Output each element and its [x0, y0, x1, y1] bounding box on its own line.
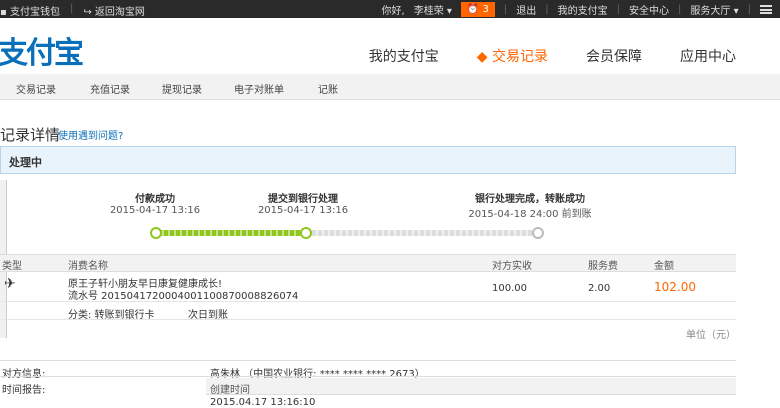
step-paid: 付款成功 2015-04-17 13:16	[109, 194, 201, 216]
menu-icon[interactable]	[760, 5, 772, 14]
step-dot-3	[532, 227, 544, 239]
top-bar: ▪ 支付宝钱包 | ↪ 返回淘宝网 你好, 李桂荣 ▾ ⏰ 3 | 退出 | 我…	[0, 0, 780, 18]
transfer-type-icon: ✈	[4, 276, 16, 292]
time-header-row	[206, 378, 736, 395]
page-title: 记录详情	[0, 126, 61, 144]
sub-nav: 交易记录 充值记录 提现记录 电子对账单 记账	[0, 74, 780, 100]
time-report-label: 时间报告:	[2, 385, 46, 396]
notification-bell[interactable]: ⏰ 3	[460, 2, 495, 17]
alipay-logo[interactable]: 支付宝	[0, 28, 84, 72]
service-fee: 2.00	[588, 283, 611, 294]
tab-statement[interactable]: 电子对账单	[234, 81, 284, 96]
status-text: 处理中	[9, 156, 42, 169]
help-link[interactable]: 使用遇到问题?	[58, 127, 123, 142]
nav-member-protection[interactable]: 会员保障	[586, 46, 642, 66]
tab-topup[interactable]: 充值记录	[90, 81, 130, 96]
header: 支付宝 我的支付宝 ◆ 交易记录 会员保障 应用中心	[0, 18, 780, 74]
table-header: 类型 消费名称 对方实收 服务费 金额	[0, 254, 736, 272]
greeting: 你好,	[381, 6, 405, 17]
tab-withdraw[interactable]: 提现记录	[162, 81, 202, 96]
logout-link[interactable]: 退出	[516, 2, 536, 17]
created-time: 2015.04.17 13:16:10	[210, 397, 316, 408]
main-nav: 我的支付宝 ◆ 交易记录 会员保障 应用中心	[369, 46, 736, 66]
nav-my-alipay[interactable]: 我的支付宝	[369, 46, 439, 66]
step-completed: 银行处理完成，转账成功 2015-04-18 24:00 前到账	[468, 194, 592, 220]
time-header: 创建时间	[210, 385, 250, 396]
serial-number: 流水号 2015041720004001100870008826074	[68, 291, 299, 302]
step-dot-2	[300, 227, 312, 239]
security-center-link[interactable]: 安全中心	[629, 2, 669, 17]
progress-pending	[306, 230, 534, 236]
user-menu[interactable]: 李桂荣 ▾	[414, 2, 452, 17]
service-hall-menu[interactable]: 服务大厅 ▾	[690, 2, 738, 17]
progress-done	[158, 230, 304, 236]
tab-bookkeeping[interactable]: 记账	[318, 81, 338, 96]
status-banner: 处理中	[0, 146, 736, 174]
step-dot-1	[150, 227, 162, 239]
tab-transactions[interactable]: 交易记录	[16, 81, 56, 96]
nav-transactions[interactable]: ◆ 交易记录	[477, 46, 548, 66]
back-to-taobao-link[interactable]: ↪ 返回淘宝网	[83, 3, 145, 18]
bell-icon: ⏰	[466, 4, 480, 15]
step-submitted: 提交到银行处理 2015-04-17 13:16	[257, 194, 349, 216]
nav-app-center[interactable]: 应用中心	[680, 46, 736, 66]
my-alipay-link[interactable]: 我的支付宝	[558, 2, 608, 17]
unit-label: 单位（元）	[686, 330, 736, 341]
counterparty-label: 对方信息:	[2, 369, 46, 380]
total-amount: 102.00	[654, 280, 696, 294]
received-amount: 100.00	[492, 283, 527, 294]
alipay-wallet-link[interactable]: ▪ 支付宝钱包	[0, 3, 60, 18]
